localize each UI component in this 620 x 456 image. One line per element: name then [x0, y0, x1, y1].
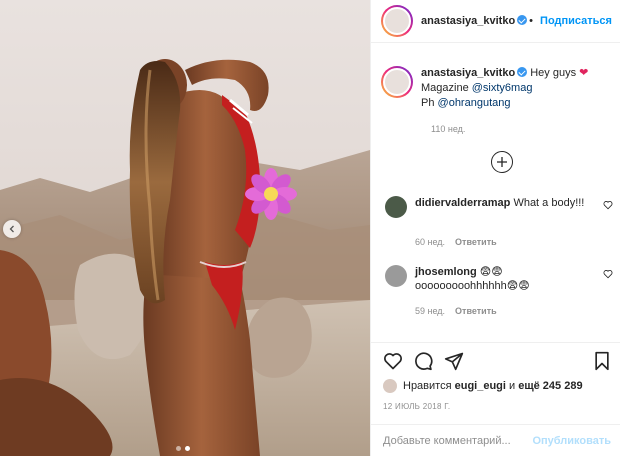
- comment-text-line2: ooooooooohhhhhh😨😨: [415, 280, 530, 292]
- liker-username[interactable]: eugi_eugi: [455, 380, 506, 392]
- reply-button[interactable]: Ответить: [455, 237, 497, 247]
- caption-username[interactable]: anastasiya_kvitko: [421, 67, 515, 79]
- caption: anastasiya_kvitko Hey guys ❤ Magazine @s…: [381, 66, 617, 134]
- reply-button[interactable]: Ответить: [455, 306, 497, 316]
- comment-username[interactable]: jhosemlong: [415, 266, 477, 278]
- comment-text: What a body!!!: [513, 197, 585, 209]
- action-bar: [371, 342, 620, 372]
- verified-icon: [517, 15, 528, 25]
- avatar[interactable]: [381, 5, 413, 37]
- publish-button[interactable]: Опубликовать: [532, 435, 611, 447]
- plus-icon: [497, 157, 507, 167]
- comment-avatar[interactable]: [385, 265, 407, 287]
- post-header: anastasiya_kvitko • Подписаться: [371, 0, 620, 43]
- likes-summary: Нравится eugi_eugi и ещё 245 289: [383, 379, 583, 393]
- load-more-comments-button[interactable]: [491, 151, 513, 173]
- caption-text: anastasiya_kvitko Hey guys ❤ Magazine @s…: [421, 66, 588, 111]
- carousel-dot-active: [185, 446, 190, 451]
- comment-text-line1: 😨😨: [479, 266, 503, 278]
- header-username[interactable]: anastasiya_kvitko: [421, 15, 515, 27]
- heart-icon[interactable]: [383, 351, 403, 371]
- caption-line1: Hey guys: [530, 67, 577, 79]
- comment-avatar[interactable]: [385, 196, 407, 218]
- add-comment-bar: Добавьте комментарий... Опубликовать: [371, 424, 620, 456]
- comment-time[interactable]: 59 нед.: [415, 306, 445, 316]
- caption-magazine-label: Magazine: [421, 82, 469, 94]
- likes-prefix: Нравится: [403, 380, 452, 392]
- comment-username[interactable]: didiervalderramap: [415, 197, 510, 209]
- mention-photographer-link[interactable]: @ohrangutang: [438, 97, 511, 109]
- likes-joiner: и: [509, 380, 516, 392]
- post-date[interactable]: 12 ИЮЛЬ 2018 Г.: [383, 402, 450, 411]
- post-side-panel: anastasiya_kvitko • Подписаться anastasi…: [370, 0, 620, 456]
- separator-dot: •: [529, 15, 534, 27]
- chevron-left-icon: [9, 225, 14, 233]
- carousel-indicator: [176, 446, 190, 451]
- mention-magazine-link[interactable]: @sixty6mag: [472, 82, 533, 94]
- likes-count-link[interactable]: ещё 245 289: [518, 380, 582, 392]
- post-dialog: anastasiya_kvitko • Подписаться anastasi…: [0, 0, 620, 456]
- share-icon[interactable]: [444, 351, 464, 371]
- red-heart-emoji: ❤: [579, 67, 589, 79]
- caption-avatar[interactable]: [381, 66, 413, 98]
- comment-input[interactable]: Добавьте комментарий...: [383, 435, 511, 447]
- verified-icon: [517, 67, 528, 77]
- carousel-dot: [176, 446, 181, 451]
- comment-icon[interactable]: [413, 351, 433, 371]
- bookmark-icon[interactable]: [593, 351, 611, 371]
- caption-timestamp[interactable]: 110 нед.: [431, 124, 465, 134]
- comment-time[interactable]: 60 нед.: [415, 237, 445, 247]
- caption-ph-label: Ph: [421, 97, 435, 109]
- previous-photo-button[interactable]: [3, 220, 21, 238]
- photo-scene: [0, 0, 370, 456]
- comment-heart-icon[interactable]: [603, 269, 613, 279]
- flower-sticker-icon: [245, 168, 297, 220]
- post-photo[interactable]: [0, 0, 370, 456]
- liker-avatar[interactable]: [383, 379, 397, 393]
- comment-heart-icon[interactable]: [603, 200, 613, 210]
- follow-button[interactable]: Подписаться: [540, 15, 612, 27]
